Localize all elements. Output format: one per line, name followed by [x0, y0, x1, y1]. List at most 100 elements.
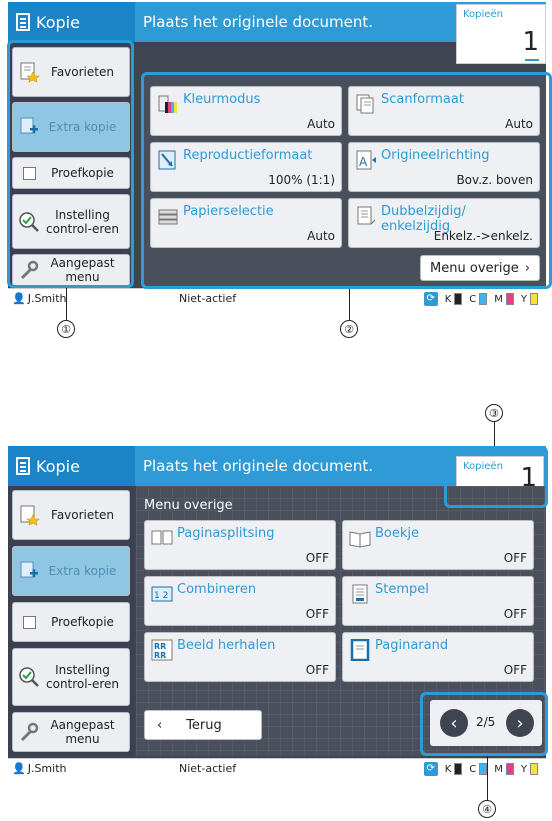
page-border-label: Paginarand — [375, 638, 449, 653]
stamp-button[interactable]: Stempel OFF — [342, 576, 534, 626]
check-settings-label-2: Instelling control-eren — [46, 663, 119, 691]
app-title-bar: Kopie — [8, 2, 135, 42]
copy-icon — [16, 13, 30, 31]
status-bar-2: 👤 J.Smith Niet-actief ⟳ K C M Y — [8, 758, 546, 778]
callout-1: ① — [57, 320, 75, 338]
copies-label: Kopieën — [463, 9, 503, 20]
back-label: Terug — [186, 717, 222, 733]
chevron-left-icon: ‹ — [157, 717, 163, 733]
user-info: 👤 J.Smith — [12, 292, 66, 305]
callout-3: ③ — [485, 404, 503, 422]
ink-k-swatch-2 — [454, 763, 463, 775]
status-message-2: Plaats het originele document. — [143, 457, 373, 475]
booklet-icon — [349, 527, 371, 549]
ink-levels: ⟳ K C M Y — [423, 292, 542, 306]
leader-3 — [494, 422, 495, 446]
page-split-value: OFF — [305, 551, 329, 565]
ink-c-swatch — [479, 293, 488, 305]
ink-c-label: C — [469, 293, 477, 305]
stamp-value: OFF — [503, 607, 527, 621]
leader-2 — [349, 289, 350, 320]
wrench-icon — [18, 721, 40, 743]
ink-levels-2: ⟳ K C M Y — [423, 762, 542, 776]
ink-c-label-2: C — [469, 763, 477, 775]
svg-text:RR: RR — [154, 642, 166, 651]
callout-4: ④ — [478, 800, 496, 818]
highlight-function-panel — [141, 72, 552, 289]
callout-2: ② — [340, 320, 358, 338]
favorites-icon — [18, 504, 40, 526]
extra-copy-button-2[interactable]: Extra kopie — [12, 546, 130, 596]
app-title-bar-2: Kopie — [8, 446, 135, 486]
copies-field[interactable]: Kopieën 1 — [456, 4, 546, 64]
combine-value: OFF — [305, 607, 329, 621]
custom-menu-label-2: Aangepast menu — [50, 718, 115, 746]
highlight-pager — [420, 692, 548, 756]
svg-text:RR: RR — [154, 651, 166, 660]
stamp-label: Stempel — [375, 582, 429, 597]
ink-m-swatch-2 — [505, 763, 514, 775]
user-name-2: J.Smith — [27, 762, 67, 775]
app-title-2: Kopie — [36, 456, 80, 476]
leader-4 — [487, 756, 488, 800]
copies-cursor — [525, 59, 539, 61]
image-repeat-value: OFF — [305, 663, 329, 677]
ink-y-label: Y — [520, 293, 527, 305]
combine-icon: 1 2 — [151, 583, 173, 605]
booklet-value: OFF — [503, 551, 527, 565]
proof-copy-label-2: Proefkopie — [51, 615, 114, 629]
ink-m-swatch — [505, 293, 514, 305]
image-repeat-button[interactable]: RR RR Beeld herhalen OFF — [144, 632, 336, 682]
combine-button[interactable]: 1 2 Combineren OFF — [144, 576, 336, 626]
page-border-icon — [349, 638, 371, 662]
ink-m-label: M — [494, 293, 503, 305]
image-repeat-label: Beeld herhalen — [177, 638, 276, 653]
ink-y-swatch — [530, 293, 538, 305]
combine-label: Combineren — [177, 582, 257, 597]
proof-copy-checkbox-2[interactable] — [18, 611, 40, 633]
ink-y-label-2: Y — [520, 763, 527, 775]
sidebar-2: Favorieten Extra kopie Proefkopie Instel… — [8, 486, 134, 756]
sync-icon: ⟳ — [423, 762, 438, 776]
extra-copy-label-2: Extra kopie — [48, 564, 117, 578]
booklet-label: Boekje — [375, 526, 420, 541]
user-icon: 👤 — [12, 762, 26, 775]
status-bar: 👤 J.Smith Niet-actief ⟳ K C M Y — [8, 288, 546, 308]
user-name: J.Smith — [27, 292, 67, 305]
user-icon: 👤 — [12, 292, 26, 305]
copies-value: 1 — [522, 27, 539, 57]
image-repeat-icon: RR RR — [151, 639, 173, 661]
sync-icon: ⟳ — [423, 292, 438, 306]
more-menu-title: Menu overige — [144, 498, 233, 513]
page-border-button[interactable]: Paginarand OFF — [342, 632, 534, 682]
leader-1 — [66, 288, 67, 320]
copy-icon — [16, 457, 30, 475]
ink-m-label-2: M — [494, 763, 503, 775]
highlight-copies — [444, 446, 548, 508]
check-settings-button-2[interactable]: Instelling control-eren — [12, 648, 130, 706]
stamp-icon — [349, 583, 371, 605]
status-message: Plaats het originele document. — [143, 13, 373, 31]
activity-status-2: Niet-actief — [179, 762, 237, 775]
activity-status: Niet-actief — [179, 292, 237, 305]
favorites-button-2[interactable]: Favorieten — [12, 490, 130, 540]
favorites-label-2: Favorieten — [51, 508, 114, 522]
ink-k-label-2: K — [444, 763, 452, 775]
page-split-icon — [151, 527, 173, 549]
user-info-2: 👤 J.Smith — [12, 762, 66, 775]
ink-y-swatch-2 — [530, 763, 538, 775]
back-button[interactable]: ‹ Terug — [144, 710, 262, 740]
page-split-label: Paginasplitsing — [177, 526, 275, 541]
ink-k-label: K — [444, 293, 452, 305]
page-split-button[interactable]: Paginasplitsing OFF — [144, 520, 336, 570]
extra-copy-icon — [18, 560, 40, 582]
custom-menu-button-2[interactable]: Aangepast menu — [12, 712, 130, 752]
proof-copy-button-2[interactable]: Proefkopie — [12, 602, 130, 642]
page-border-value: OFF — [503, 663, 527, 677]
check-settings-icon — [18, 666, 40, 688]
booklet-button[interactable]: Boekje OFF — [342, 520, 534, 570]
ink-k-swatch — [454, 293, 463, 305]
highlight-sidebar — [7, 40, 134, 288]
svg-text:1 2: 1 2 — [154, 591, 168, 601]
app-title: Kopie — [36, 12, 80, 32]
